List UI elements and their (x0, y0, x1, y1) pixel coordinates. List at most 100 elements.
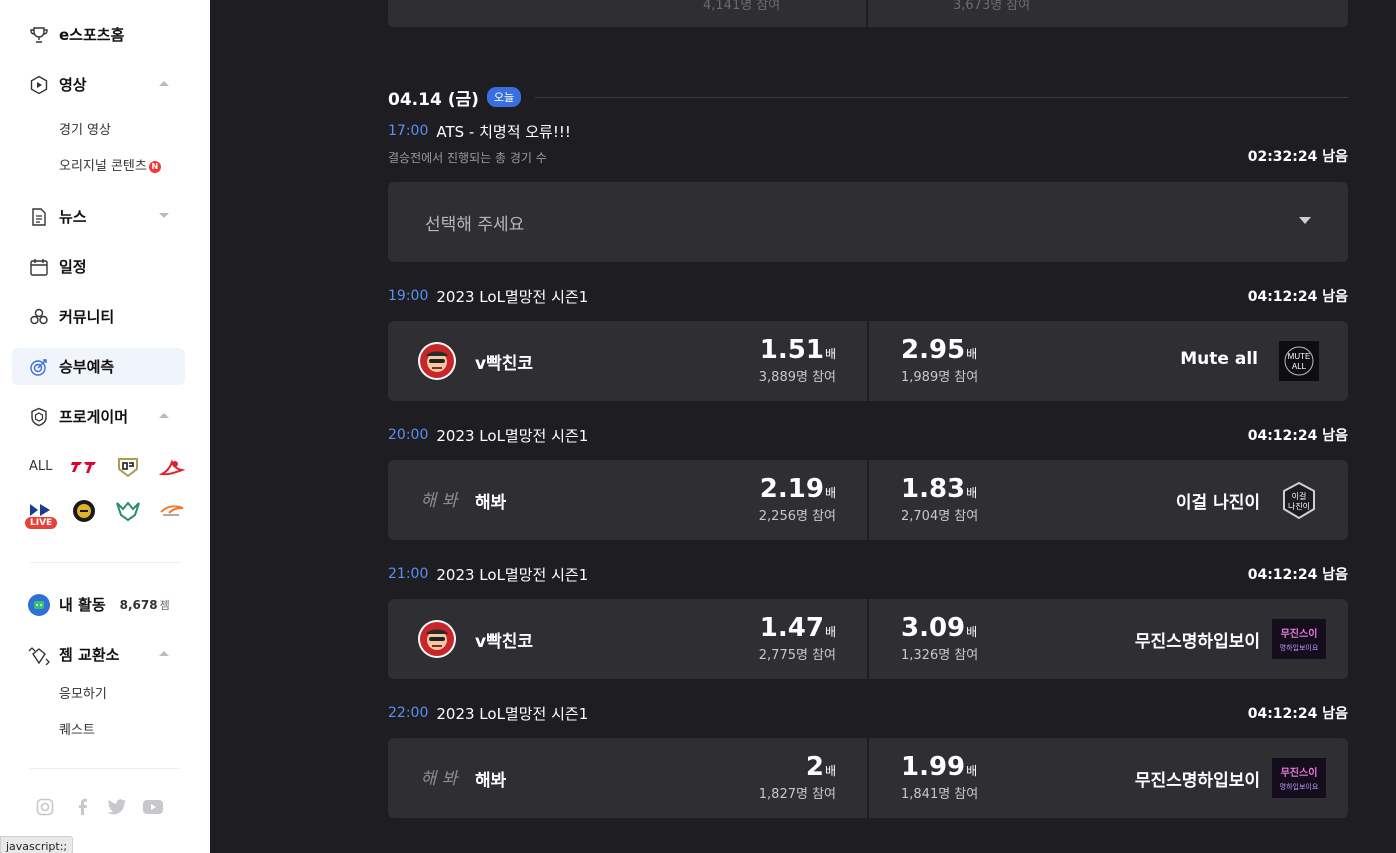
haebwa-logo-icon: 해 봐 (415, 480, 463, 520)
logo-text: 해 봐 (421, 769, 459, 789)
participant-count: 2,775명 참여 (758, 648, 836, 663)
match-title: 2023 LoL멸망전 시즌1 (436, 704, 589, 723)
facebook-icon[interactable] (72, 797, 92, 817)
participant-count: 2,704명 참여 (901, 509, 979, 524)
mute-all-logo-icon: MUTE ALL (1279, 341, 1319, 381)
live-badge: LIVE (25, 517, 58, 529)
sub-quest[interactable]: 퀘스트 (59, 719, 95, 738)
divider (535, 96, 1348, 98)
nav-prediction[interactable]: 승부예측 (12, 348, 185, 385)
instagram-icon[interactable] (35, 797, 55, 817)
bet-option-team-b[interactable]: 1.99배 1,841명 참여 무진스명하입보이 무진스이명하입보이요 (869, 738, 1348, 818)
sub-match-video[interactable]: 경기 영상 (59, 119, 111, 138)
bet-option-team-b[interactable]: 2.95배 1,989명 참여 Mute all MUTE ALL (869, 321, 1348, 401)
fox-logo-icon[interactable] (70, 497, 98, 525)
nav-my-activity[interactable]: 내 활동 8,678 젬 (12, 586, 185, 623)
nav-news[interactable]: 뉴스 (12, 198, 185, 235)
odds-value: 1.83 (901, 474, 966, 504)
team-name: Mute all (1180, 349, 1258, 369)
match-time: 21:00 (388, 566, 429, 582)
match-time: 20:00 (388, 427, 429, 443)
odds-a: 2.19배 2,256명 참여 (759, 474, 836, 524)
logo-text: 명하입보이요 (1280, 782, 1319, 791)
odds-unit: 배 (966, 347, 978, 361)
odds-value: 3.09 (901, 613, 966, 643)
time-remaining: 04:12:24 남음 (1247, 428, 1348, 444)
nav-gem-exchange-label: 젬 교환소 (59, 646, 120, 664)
nav-progamer[interactable]: 프로게이머 (12, 398, 185, 435)
previous-match-card: 4,141명 참여 3,673명 참여 (388, 0, 1348, 27)
bet-card: 해 봐 해봐 2배 1,827명 참여 1.99배 1,841명 참여 무진스명… (388, 738, 1348, 818)
nav-esports-home[interactable]: e스포츠홈 (12, 16, 185, 53)
participant-count: 1,827명 참여 (758, 787, 836, 802)
haebwa-logo-icon: 해 봐 (415, 758, 463, 798)
nav-progamer-label: 프로게이머 (59, 408, 129, 426)
bro-logo-icon[interactable] (114, 497, 142, 525)
collapse-icon[interactable] (159, 651, 169, 656)
question-subtitle: 결승전에서 진행되는 총 경기 수 (388, 151, 547, 165)
select-placeholder: 선택해 주세요 (425, 214, 525, 235)
bet-option-team-b[interactable]: 3.09배 1,326명 참여 무진스명하입보이 무진스이 명하입보이요 (869, 599, 1348, 679)
collapse-icon[interactable] (159, 413, 169, 418)
team-name: v빡친코 (475, 632, 534, 652)
participant-count: 3,889명 참여 (758, 370, 836, 385)
odds-a: 1.51배 3,889명 참여 (759, 335, 836, 385)
bet-option-team-a[interactable]: v빡친코 1.51배 3,889명 참여 (388, 321, 867, 401)
sub-original-content[interactable]: 오리지널 콘텐츠 N (59, 155, 161, 174)
najin-logo-icon: 이걸 나진이 (1279, 480, 1319, 520)
match-header: 21:00 2023 LoL멸망전 시즌1 04:12:24 남음 (388, 563, 1348, 585)
odds-value: 1.99 (901, 752, 966, 782)
nav-community[interactable]: 커뮤니티 (12, 298, 185, 335)
logo-text: MUTE (1288, 352, 1311, 361)
bet-option-team-a[interactable]: v빡친코 1.47배 2,775명 참여 (388, 599, 867, 679)
bet-option-team-b[interactable]: 1.83배 2,704명 참여 이걸 나진이 이걸 나진이 (869, 460, 1348, 540)
nav-esports-home-label: e스포츠홈 (59, 26, 125, 44)
nav-video[interactable]: 영상 (12, 66, 185, 103)
time-remaining: 04:12:24 남음 (1247, 289, 1348, 305)
chevron-down-icon (1299, 217, 1311, 224)
document-icon (28, 206, 50, 228)
nav-video-label: 영상 (59, 76, 87, 94)
youtube-icon[interactable] (143, 797, 163, 817)
twitter-icon[interactable] (107, 797, 127, 817)
match-header: 22:00 2023 LoL멸망전 시즌1 04:12:24 남음 (388, 702, 1348, 724)
team-name: v빡친코 (475, 354, 534, 374)
odds-unit: 배 (824, 347, 836, 361)
team-filter-all[interactable]: ALL (29, 459, 52, 474)
match-time: 22:00 (388, 705, 429, 721)
match-title: ATS - 치명적 오류!!! (436, 122, 571, 141)
odds-unit: 배 (966, 486, 978, 500)
odds-value: 1.47 (759, 613, 824, 643)
expand-icon[interactable] (159, 213, 169, 218)
match-time: 19:00 (388, 288, 429, 304)
team-name: 무진스명하입보이 (1134, 771, 1260, 791)
mujin-logo-icon: 무진스이명하입보이요 (1272, 758, 1326, 798)
odds-b: 3.09배 1,326명 참여 (901, 613, 978, 663)
odds-value: 2 (805, 752, 824, 782)
logo-text: 이걸 (1292, 491, 1307, 501)
sidebar: e스포츠홈 영상 경기 영상 오리지널 콘텐츠 N 뉴스 일정 커뮤니티 승부예… (0, 0, 210, 853)
sub-apply[interactable]: 응모하기 (59, 683, 107, 702)
nav-gem-exchange[interactable]: 젬 교환소 (12, 636, 185, 673)
gem-count: 8,678 (119, 597, 158, 612)
divider (30, 562, 180, 563)
hle-logo-icon[interactable] (158, 497, 186, 525)
logo-text: 무진스이 (1281, 766, 1318, 779)
odds-a: 2배 1,827명 참여 (759, 752, 836, 802)
odds-b: 1.99배 1,841명 참여 (901, 752, 978, 802)
bet-card: v빡친코 1.47배 2,775명 참여 3.09배 1,326명 참여 무진스… (388, 599, 1348, 679)
t1-logo-icon[interactable] (70, 453, 98, 481)
gen-g-logo-icon[interactable] (114, 453, 142, 481)
collapse-icon[interactable] (159, 81, 169, 86)
bet-card: 해 봐 해봐 2.19배 2,256명 참여 1.83배 2,704명 참여 이… (388, 460, 1348, 540)
team-name: 해봐 (475, 771, 507, 791)
participant-count: 1,326명 참여 (901, 648, 979, 663)
match-title: 2023 LoL멸망전 시즌1 (436, 287, 589, 306)
bet-option-team-a[interactable]: 해 봐 해봐 2배 1,827명 참여 (388, 738, 867, 818)
bet-option-team-a[interactable]: 해 봐 해봐 2.19배 2,256명 참여 (388, 460, 867, 540)
kt-logo-icon[interactable] (158, 453, 186, 481)
status-bar-url: javascript:; (0, 836, 74, 853)
nav-schedule[interactable]: 일정 (12, 248, 185, 285)
trophy-icon (28, 24, 50, 46)
answer-select[interactable]: 선택해 주세요 (388, 182, 1348, 262)
